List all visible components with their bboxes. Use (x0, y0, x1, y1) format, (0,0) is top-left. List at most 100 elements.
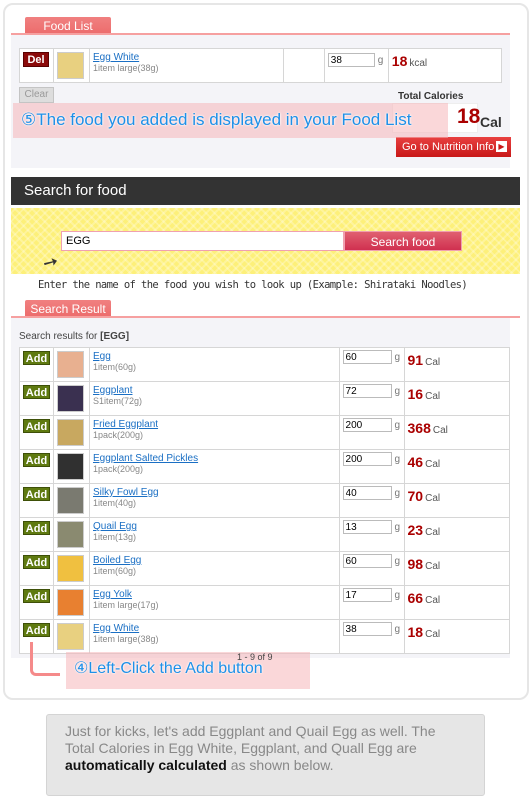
food-thumbnail (57, 52, 84, 79)
calorie-unit: Cal (425, 459, 441, 470)
calorie-unit: Cal (425, 493, 441, 504)
food-portion: 1pack(200g) (93, 464, 144, 474)
arrow-right-icon: ▶ (496, 141, 507, 152)
search-section-title: Search for food (11, 177, 520, 205)
food-portion: 1item(60g) (93, 566, 137, 576)
calorie-value: 70 (407, 488, 424, 504)
footer-text-end: as shown below. (226, 757, 334, 773)
gram-unit: g (394, 385, 401, 397)
total-calories-value: 18 (457, 105, 481, 128)
result-row: Add Boiled Egg1item(60g) g 98Cal (19, 551, 511, 586)
food-thumbnail (57, 419, 84, 446)
quantity-input[interactable] (342, 554, 392, 568)
quantity-input[interactable] (342, 350, 392, 364)
add-button[interactable]: Add (23, 385, 50, 399)
food-portion: 1item large(38g) (93, 63, 159, 73)
calorie-value: 23 (407, 522, 424, 538)
result-row: Add Silky Fowl Egg1item(40g) g 70Cal (19, 483, 511, 518)
add-button[interactable]: Add (23, 521, 50, 535)
calorie-value: 66 (407, 590, 424, 606)
calorie-unit: Cal (425, 391, 441, 402)
quantity-input[interactable] (342, 418, 392, 432)
food-list-row: Del Egg White1item large(38g) g 18kcal (19, 48, 503, 83)
calorie-unit: Cal (425, 561, 441, 572)
calorie-value: 98 (407, 556, 424, 572)
food-portion: 1item(60g) (93, 362, 137, 372)
search-button[interactable]: Search food (344, 231, 462, 251)
gram-unit: g (394, 589, 401, 601)
add-button[interactable]: Add (23, 453, 50, 467)
quantity-input[interactable] (342, 486, 392, 500)
result-row: Add EggplantS1item(72g) g 16Cal (19, 381, 511, 416)
food-thumbnail (57, 487, 84, 514)
footer-bold: automatically calculated (65, 757, 227, 773)
food-name-link[interactable]: Eggplant Salted Pickles (93, 453, 336, 464)
gram-unit: g (394, 453, 401, 465)
caption-prefix: Search results for (19, 331, 101, 342)
pagination: 1 - 9 of 9 (237, 652, 273, 662)
food-portion: 1item(13g) (93, 532, 137, 542)
food-name-link[interactable]: Fried Eggplant (93, 419, 336, 430)
result-row: Add Egg White1item large(38g) g 18Cal (19, 619, 511, 654)
quantity-input[interactable] (327, 53, 375, 67)
gram-unit: g (394, 521, 401, 533)
gram-unit: g (394, 419, 401, 431)
add-button[interactable]: Add (23, 555, 50, 569)
food-portion: 1pack(200g) (93, 430, 144, 440)
add-button[interactable]: Add (23, 589, 50, 603)
result-row: Add Quail Egg1item(13g) g 23Cal (19, 517, 511, 552)
food-portion: S1item(72g) (93, 396, 143, 406)
food-name-link[interactable]: Egg White (93, 52, 280, 63)
food-name-link[interactable]: Boiled Egg (93, 555, 336, 566)
food-thumbnail (57, 521, 84, 548)
annotation-step-4: ④Left-Click the Add button (66, 652, 310, 689)
calorie-unit: Cal (425, 527, 441, 538)
food-name-link[interactable]: Quail Egg (93, 521, 336, 532)
add-button[interactable]: Add (23, 351, 50, 365)
food-portion: 1item large(17g) (93, 600, 159, 610)
calorie-unit: Cal (432, 425, 448, 436)
food-portion: 1item large(38g) (93, 634, 159, 644)
quantity-input[interactable] (342, 622, 392, 636)
result-row: Add Eggplant Salted Pickles1pack(200g) g… (19, 449, 511, 484)
quantity-input[interactable] (342, 384, 392, 398)
food-thumbnail (57, 623, 84, 650)
clear-button[interactable]: Clear (19, 87, 54, 103)
calorie-unit: Cal (425, 595, 441, 606)
quantity-input[interactable] (342, 452, 392, 466)
food-name-link[interactable]: Eggplant (93, 385, 336, 396)
add-button[interactable]: Add (23, 419, 50, 433)
add-button[interactable]: Add (23, 487, 50, 501)
food-thumbnail (57, 589, 84, 616)
food-name-link[interactable]: Egg Yolk (93, 589, 336, 600)
calorie-unit: Cal (425, 357, 441, 368)
food-name-link[interactable]: Silky Fowl Egg (93, 487, 336, 498)
result-row: Add Egg Yolk1item large(17g) g 66Cal (19, 585, 511, 620)
results-table: Add Egg1item(60g) g 91CalAdd EggplantS1i… (19, 347, 511, 654)
food-thumbnail (57, 453, 84, 480)
caption-query: [EGG] (100, 331, 130, 342)
total-calories-unit: Cal (480, 114, 502, 130)
calorie-value: 18 (391, 53, 408, 69)
food-name-link[interactable]: Egg (93, 351, 336, 362)
calorie-value: 46 (407, 454, 424, 470)
quantity-input[interactable] (342, 588, 392, 602)
gram-unit: g (394, 555, 401, 567)
search-input[interactable] (61, 231, 344, 251)
quantity-input[interactable] (342, 520, 392, 534)
annotation-step-4-text: ④Left-Click the Add button (66, 652, 310, 689)
search-hint: Enter the name of the food you wish to l… (38, 279, 468, 291)
gram-unit: g (394, 487, 401, 499)
result-row: Add Fried Eggplant1pack(200g) g 368Cal (19, 415, 511, 450)
footer-text: Just for kicks, let's add Eggplant and Q… (65, 723, 436, 756)
add-button[interactable]: Add (23, 623, 50, 637)
calorie-unit: Cal (425, 629, 441, 640)
nutrition-info-button[interactable]: Go to Nutrition Info ▶ (396, 137, 511, 157)
pointer-arrow-icon (30, 642, 60, 676)
food-name-link[interactable]: Egg White (93, 623, 336, 634)
result-row: Add Egg1item(60g) g 91Cal (19, 347, 511, 382)
delete-button[interactable]: Del (23, 52, 49, 67)
food-portion: 1item(40g) (93, 498, 137, 508)
calorie-value: 16 (407, 386, 424, 402)
calorie-unit: kcal (409, 58, 428, 69)
